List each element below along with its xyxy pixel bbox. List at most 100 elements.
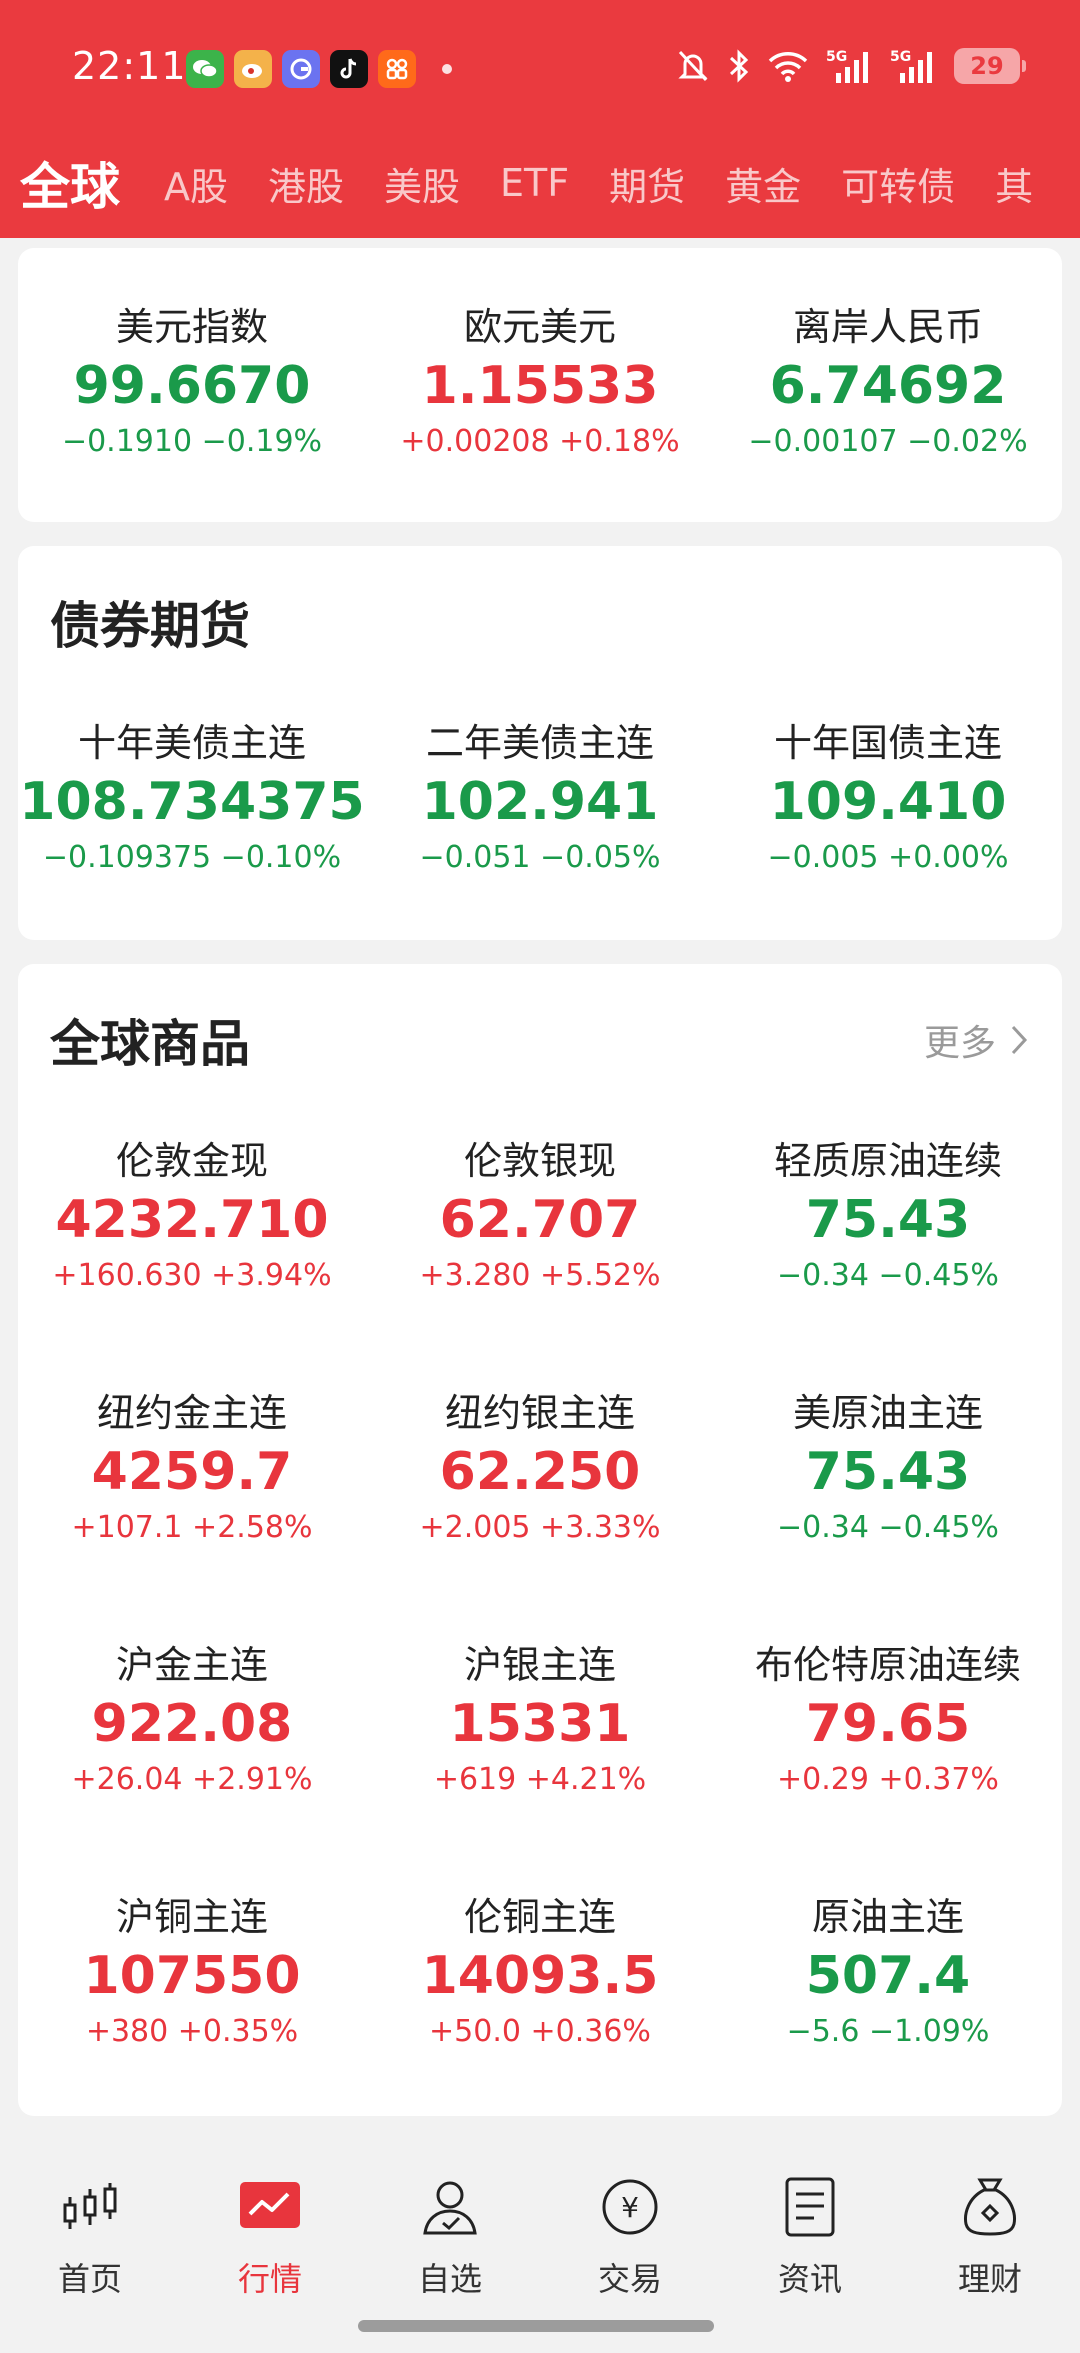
nav-news[interactable]: 资讯	[720, 2172, 900, 2300]
quote-price: 99.6670	[73, 356, 311, 416]
bond-grid: 十年美债主连 108.734375 −0.109375 −0.10% 二年美债主…	[18, 712, 1062, 964]
quote-cell[interactable]: 伦铜主连 14093.5 +50.0 +0.36%	[366, 1886, 714, 2138]
quote-change: +380 +0.35%	[85, 2014, 299, 2049]
bottom-nav: 首页 行情 自选 ¥ 交易 资讯 理财	[0, 2150, 1080, 2353]
quote-cell[interactable]: 纽约银主连 62.250 +2.005 +3.33%	[366, 1382, 714, 1634]
quote-price: 14093.5	[421, 1946, 659, 2006]
quote-price: 109.410	[769, 772, 1007, 832]
top-header: 22:11 5G 5G 29 全球 A股 港股 美股 ETF 期货 黄金 可转债…	[0, 0, 1080, 238]
quote-price: 108.734375	[19, 772, 365, 832]
nav-trade[interactable]: ¥ 交易	[540, 2172, 720, 2300]
user-star-icon	[360, 2172, 540, 2242]
quote-cell[interactable]: 十年国债主连 109.410 −0.005 +0.00%	[714, 712, 1062, 964]
browser-icon	[282, 50, 320, 88]
tab-global[interactable]: 全球	[20, 148, 120, 218]
app-grid-icon	[378, 50, 416, 88]
quote-change: +50.0 +0.36%	[429, 2014, 651, 2049]
quote-change: +26.04 +2.91%	[71, 1762, 313, 1797]
quote-name: 十年国债主连	[773, 721, 1002, 765]
quote-change: +160.630 +3.94%	[52, 1258, 332, 1293]
more-link[interactable]: 更多	[924, 1014, 1028, 1066]
quote-name: 伦敦金现	[115, 1139, 268, 1183]
weibo-icon	[234, 50, 272, 88]
quote-name: 纽约银主连	[444, 1391, 635, 1435]
quote-cell[interactable]: 原油主连 507.4 −5.6 −1.09%	[714, 1886, 1062, 2138]
tab-us[interactable]: 美股	[384, 156, 460, 211]
quote-price: 62.707	[439, 1190, 641, 1250]
quote-name: 伦敦银现	[463, 1139, 616, 1183]
quote-change: +2.005 +3.33%	[419, 1510, 661, 1545]
svg-text:5G: 5G	[890, 49, 911, 65]
tab-a-share[interactable]: A股	[164, 156, 228, 211]
quote-cell[interactable]: 沪金主连 922.08 +26.04 +2.91%	[18, 1634, 366, 1886]
quote-cell[interactable]: 美原油主连 75.43 −0.34 −0.45%	[714, 1382, 1062, 1634]
nav-market[interactable]: 行情	[180, 2172, 360, 2300]
nav-watchlist[interactable]: 自选	[360, 2172, 540, 2300]
quote-cell[interactable]: 伦敦银现 62.707 +3.280 +5.52%	[366, 1130, 714, 1382]
quote-change: −0.005 +0.00%	[767, 840, 1009, 875]
forex-grid: 美元指数 99.6670 −0.1910 −0.19% 欧元美元 1.15533…	[18, 296, 1062, 548]
quote-name: 美原油主连	[792, 1391, 983, 1435]
quote-cell[interactable]: 布伦特原油连续 79.65 +0.29 +0.37%	[714, 1634, 1062, 1886]
tab-futures[interactable]: 期货	[609, 156, 685, 211]
nav-label: 理财	[957, 2260, 1022, 2298]
quote-change: +0.29 +0.37%	[777, 1762, 999, 1797]
quote-cell[interactable]: 美元指数 99.6670 −0.1910 −0.19%	[18, 296, 366, 548]
quote-name: 离岸人民币	[792, 305, 983, 349]
quote-cell[interactable]: 欧元美元 1.15533 +0.00208 +0.18%	[366, 296, 714, 548]
quote-cell[interactable]: 伦敦金现 4232.710 +160.630 +3.94%	[18, 1130, 366, 1382]
bluetooth-icon	[728, 46, 750, 86]
quote-name: 伦铜主连	[463, 1895, 616, 1939]
quote-change: −0.109375 −0.10%	[42, 840, 342, 875]
quote-name: 原油主连	[811, 1895, 964, 1939]
tab-etf[interactable]: ETF	[500, 161, 569, 205]
quote-change: +107.1 +2.58%	[71, 1510, 313, 1545]
home-indicator[interactable]	[358, 2320, 714, 2332]
tiktok-icon	[330, 50, 368, 88]
tab-gold[interactable]: 黄金	[725, 156, 801, 211]
notification-icons	[186, 50, 452, 88]
yuan-coin-icon: ¥	[540, 2172, 720, 2242]
quote-name: 美元指数	[115, 305, 268, 349]
nav-label: 自选	[417, 2260, 482, 2298]
commodity-grid: 伦敦金现 4232.710 +160.630 +3.94% 伦敦银现 62.70…	[18, 1130, 1062, 2138]
money-bag-icon	[900, 2172, 1080, 2242]
quote-name: 十年美债主连	[77, 721, 306, 765]
quote-price: 1.15533	[421, 356, 659, 416]
svg-text:5G: 5G	[826, 49, 847, 65]
quote-price: 507.4	[805, 1946, 971, 2006]
status-time: 22:11	[72, 44, 187, 88]
tab-convertible[interactable]: 可转债	[841, 156, 955, 211]
quote-cell[interactable]: 沪铜主连 107550 +380 +0.35%	[18, 1886, 366, 2138]
signal-5g-icon-2: 5G	[890, 46, 936, 86]
chevron-right-icon	[1011, 1025, 1028, 1055]
quote-name: 轻质原油连续	[773, 1139, 1002, 1183]
nav-label: 行情	[237, 2260, 302, 2298]
quote-cell[interactable]: 轻质原油连续 75.43 −0.34 −0.45%	[714, 1130, 1062, 1382]
bond-futures-card: 债券期货 十年美债主连 108.734375 −0.109375 −0.10% …	[18, 546, 1062, 940]
quote-cell[interactable]: 离岸人民币 6.74692 −0.00107 −0.02%	[714, 296, 1062, 548]
quote-change: −0.34 −0.45%	[777, 1258, 999, 1293]
mute-bell-icon	[676, 46, 710, 86]
nav-label: 首页	[57, 2260, 122, 2298]
quote-change: −5.6 −1.09%	[786, 2014, 990, 2049]
quote-price: 75.43	[805, 1190, 971, 1250]
quote-cell[interactable]: 二年美债主连 102.941 −0.051 −0.05%	[366, 712, 714, 964]
quote-cell[interactable]: 十年美债主连 108.734375 −0.109375 −0.10%	[18, 712, 366, 964]
quote-cell[interactable]: 纽约金主连 4259.7 +107.1 +2.58%	[18, 1382, 366, 1634]
quote-cell[interactable]: 沪银主连 15331 +619 +4.21%	[366, 1634, 714, 1886]
forex-card: 美元指数 99.6670 −0.1910 −0.19% 欧元美元 1.15533…	[18, 248, 1062, 522]
section-title: 全球商品	[50, 1015, 250, 1073]
quote-price: 107550	[83, 1946, 301, 2006]
quote-price: 102.941	[421, 772, 659, 832]
quote-price: 922.08	[91, 1694, 293, 1754]
signal-5g-icon: 5G	[826, 46, 872, 86]
global-commodities-card: 全球商品 更多 伦敦金现 4232.710 +160.630 +3.94% 伦敦…	[18, 964, 1062, 2116]
quote-change: −0.051 −0.05%	[419, 840, 661, 875]
tab-other[interactable]: 其	[995, 156, 1033, 211]
tab-hk[interactable]: 港股	[268, 156, 344, 211]
nav-home[interactable]: 首页	[0, 2172, 180, 2300]
quote-change: +619 +4.21%	[433, 1762, 647, 1797]
quote-change: +3.280 +5.52%	[419, 1258, 661, 1293]
nav-wealth[interactable]: 理财	[900, 2172, 1080, 2300]
